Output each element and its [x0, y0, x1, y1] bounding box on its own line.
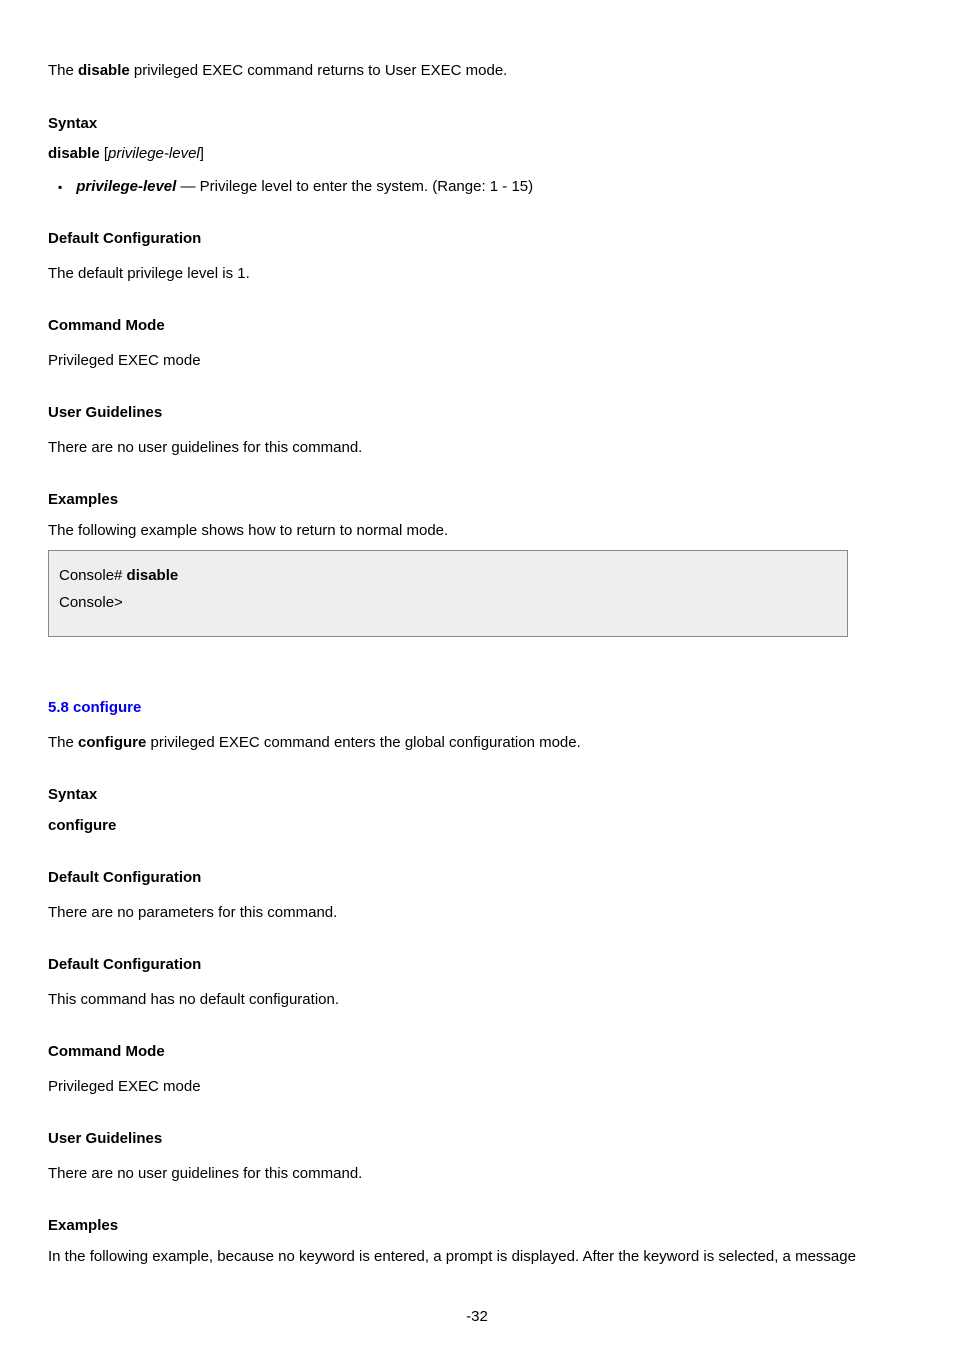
page-footer: -32 — [0, 1306, 954, 1329]
text-post-2: privileged EXEC command enters the globa… — [146, 734, 580, 751]
code-prompt-1: Console# — [59, 567, 127, 584]
bullet-item-privilege: ▪ privilege-level — Privilege level to e… — [58, 176, 906, 199]
bullet-text: privilege-level — Privilege level to ent… — [76, 176, 533, 199]
text-bold-configure: configure — [78, 734, 146, 751]
mode-heading-1: Command Mode — [48, 315, 906, 338]
default-text-2a: There are no parameters for this command… — [48, 902, 906, 925]
default-heading-1: Default Configuration — [48, 228, 906, 251]
guidelines-text-1: There are no user guidelines for this co… — [48, 437, 906, 460]
examples-heading-2: Examples — [48, 1215, 906, 1238]
syntax-heading-2: Syntax — [48, 784, 906, 807]
text-pre: The — [48, 62, 78, 79]
mode-heading-2: Command Mode — [48, 1041, 906, 1064]
configure-description: The configure privileged EXEC command en… — [48, 732, 906, 755]
syntax-param: privilege-level — [108, 145, 200, 162]
guidelines-heading-1: User Guidelines — [48, 402, 906, 425]
page-container: The disable privileged EXEC command retu… — [0, 0, 954, 1350]
syntax-cmd: disable — [48, 145, 104, 162]
code-line-1: Console# disable — [59, 565, 837, 588]
syntax-heading-1: Syntax — [48, 113, 906, 136]
code-line-2: Console> — [59, 592, 837, 615]
default-text-2b: This command has no default configuratio… — [48, 989, 906, 1012]
text-post: privileged EXEC command returns to User … — [130, 62, 508, 79]
bullet-icon: ▪ — [58, 176, 62, 198]
examples-heading-1: Examples — [48, 489, 906, 512]
guidelines-text-2: There are no user guidelines for this co… — [48, 1163, 906, 1186]
disable-description: The disable privileged EXEC command retu… — [48, 60, 906, 83]
text-pre-2: The — [48, 734, 78, 751]
syntax-line-configure: configure — [48, 815, 906, 838]
mode-text-2: Privileged EXEC mode — [48, 1076, 906, 1099]
code-block-disable: Console# disable Console> — [48, 550, 848, 637]
mode-text-1: Privileged EXEC mode — [48, 350, 906, 373]
default-heading-2a: Default Configuration — [48, 867, 906, 890]
text-bold-disable: disable — [78, 62, 130, 79]
default-text-1: The default privilege level is 1. — [48, 263, 906, 286]
example-text-1: The following example shows how to retur… — [48, 520, 906, 543]
bullet-desc: — Privilege level to enter the system. (… — [180, 178, 533, 195]
code-cmd-1: disable — [127, 567, 179, 584]
configure-anchor-heading: 5.8 configure — [48, 697, 906, 720]
page-number: -32 — [466, 1308, 488, 1325]
default-heading-2b: Default Configuration — [48, 954, 906, 977]
syntax-rb: ] — [200, 145, 204, 162]
syntax-line-disable: disable [privilege-level] — [48, 143, 906, 166]
example-text-2: In the following example, because no key… — [48, 1246, 906, 1269]
bullet-param: privilege-level — [76, 178, 180, 195]
syntax-cmd-2: configure — [48, 817, 116, 834]
guidelines-heading-2: User Guidelines — [48, 1128, 906, 1151]
